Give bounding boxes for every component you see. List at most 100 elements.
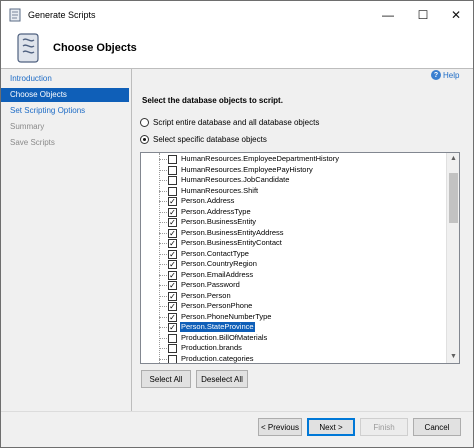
tree-row[interactable]: ✓ Person.StateProvince [141,321,446,333]
checkbox-checked[interactable]: ✓ [168,197,177,206]
tree-row-label: Person.ContactType [181,248,249,258]
tree-connector [159,348,167,349]
tree-row[interactable]: ✓ Person.Password [141,280,446,290]
checkbox-checked[interactable]: ✓ [168,291,177,301]
tree-row[interactable]: ✓ Person.PhoneNumberType [141,312,446,322]
tree-row[interactable]: ✓ Person.AddressType [141,207,446,217]
tree-row[interactable]: Production.categories [141,354,446,363]
tree-connector [159,285,167,286]
tree-row-label: Person.Person [181,290,231,300]
close-icon: ✕ [450,7,462,22]
tree-row[interactable]: Production.brands [141,343,446,353]
tree-row-label: Person.BusinessEntityContact [181,238,282,247]
tree-row-label: Person.EmailAddress [181,269,254,279]
checkbox[interactable] [168,344,177,353]
checkbox[interactable] [168,176,177,185]
checkbox-checked[interactable]: ✓ [168,260,177,269]
maximize-icon: ☐ [417,7,429,22]
select-all-button[interactable]: Select All [141,370,191,388]
checkbox-checked[interactable]: ✓ [168,218,177,227]
tree-row[interactable]: Production.BillOfMaterials [141,333,446,343]
instruction-text: Select the database objects to script. [142,96,283,105]
tree-connector [159,274,167,276]
scroll-up-icon[interactable]: ▲ [447,153,459,165]
tree-row-label: Production.BillOfMaterials [181,332,268,342]
tree-row[interactable]: HumanResources.EmployeePayHistory [141,165,446,175]
nav-item-choose-objects[interactable]: Choose Objects [1,88,129,102]
checkbox-checked[interactable]: ✓ [168,302,177,311]
checkbox[interactable] [168,165,177,175]
checkbox-checked[interactable]: ✓ [168,312,177,322]
checkbox[interactable] [168,333,177,343]
tree-row-label: Person.StateProvince [179,321,256,333]
tree-connector [159,243,167,244]
tree-connector [159,253,167,255]
checkbox-checked[interactable]: ✓ [168,228,177,238]
minimize-button[interactable]: — [371,1,405,28]
scrollbar-thumb[interactable] [449,173,458,223]
tree-row[interactable]: ✓ Person.Address [141,196,446,206]
tree-row-label: Person.Password [181,280,240,289]
tree-row[interactable]: ✓ Person.BusinessEntity [141,217,446,227]
tree-row-label: HumanResources.EmployeePayHistory [181,164,313,174]
tree-row[interactable]: ✓ Person.BusinessEntityAddress [141,228,446,238]
checkbox-checked[interactable]: ✓ [168,323,177,332]
tree-row[interactable]: ✓ Person.PersonPhone [141,301,446,311]
radio-entire-database[interactable]: Script entire database and all database … [140,118,319,127]
tree-row[interactable]: ✓ Person.BusinessEntityContact [141,238,446,248]
maximize-button[interactable]: ☐ [406,1,440,28]
tree-row[interactable]: HumanResources.JobCandidate [141,175,446,185]
finish-label: Finish [373,422,395,432]
previous-label: < Previous [260,422,300,432]
tree-row[interactable]: ✓ Person.EmailAddress [141,270,446,280]
page-title: Choose Objects [53,42,137,54]
tree-row[interactable]: ✓ Person.Person [141,291,446,301]
generate-scripts-window: Generate Scripts — ☐ ✕ Choose Objects In… [0,0,474,448]
object-tree[interactable]: HumanResources.EmployeeDepartmentHistory… [140,152,460,364]
title-bar[interactable]: Generate Scripts — ☐ ✕ [1,1,473,28]
checkbox[interactable] [168,155,177,164]
scroll-app-icon [9,8,21,22]
nav-item-introduction[interactable]: Introduction [1,72,129,86]
nav-item-label: Save Scripts [10,138,55,147]
tree-row-label: Person.BusinessEntityAddress [181,227,284,237]
cancel-button[interactable]: Cancel [413,418,461,436]
deselect-all-button[interactable]: Deselect All [196,370,248,388]
next-button[interactable]: Next > [307,418,355,436]
checkbox-checked[interactable]: ✓ [168,249,177,259]
wizard-header: Choose Objects [1,28,473,69]
checkbox-checked[interactable]: ✓ [168,239,177,248]
radio-button[interactable] [140,118,149,127]
tree-row[interactable]: HumanResources.Shift [141,186,446,196]
radio-specific-objects[interactable]: Select specific database objects [140,135,267,144]
tree-row[interactable]: ✓ Person.CountryRegion [141,259,446,269]
tree-row-label: Person.PersonPhone [181,301,253,310]
tree-scrollbar[interactable]: ▲ ▼ [446,153,459,363]
radio-specific-objects-label: Select specific database objects [153,135,267,144]
checkbox-checked[interactable]: ✓ [168,281,177,290]
minimize-icon: — [382,7,394,22]
nav-item-set-scripting-options[interactable]: Set Scripting Options [1,104,129,118]
tree-row[interactable]: HumanResources.EmployeeDepartmentHistory [141,154,446,164]
tree-connector [159,169,167,171]
radio-button-selected[interactable] [140,135,149,144]
nav-item-label: Summary [10,122,45,131]
tree-connector [159,201,167,202]
checkbox-checked[interactable]: ✓ [168,207,177,217]
tree-row-label: Person.CountryRegion [181,259,257,268]
scroll-down-icon[interactable]: ▼ [447,351,459,363]
checkbox-checked[interactable]: ✓ [168,270,177,280]
scroll-icon [17,33,39,63]
tree-connector [159,159,167,160]
checkbox[interactable] [168,354,177,363]
close-window-button[interactable]: ✕ [439,1,473,28]
checkbox[interactable] [168,186,177,196]
finish-button: Finish [360,418,408,436]
tree-row-label: HumanResources.EmployeeDepartmentHistory [181,154,339,163]
tree-row-label: Person.PhoneNumberType [181,311,272,321]
help-link[interactable]: ? Help [431,70,459,80]
nav-item-summary: Summary [1,120,129,134]
tree-row[interactable]: ✓ Person.ContactType [141,249,446,259]
previous-button[interactable]: < Previous [258,418,302,436]
tree-connector [159,190,167,192]
